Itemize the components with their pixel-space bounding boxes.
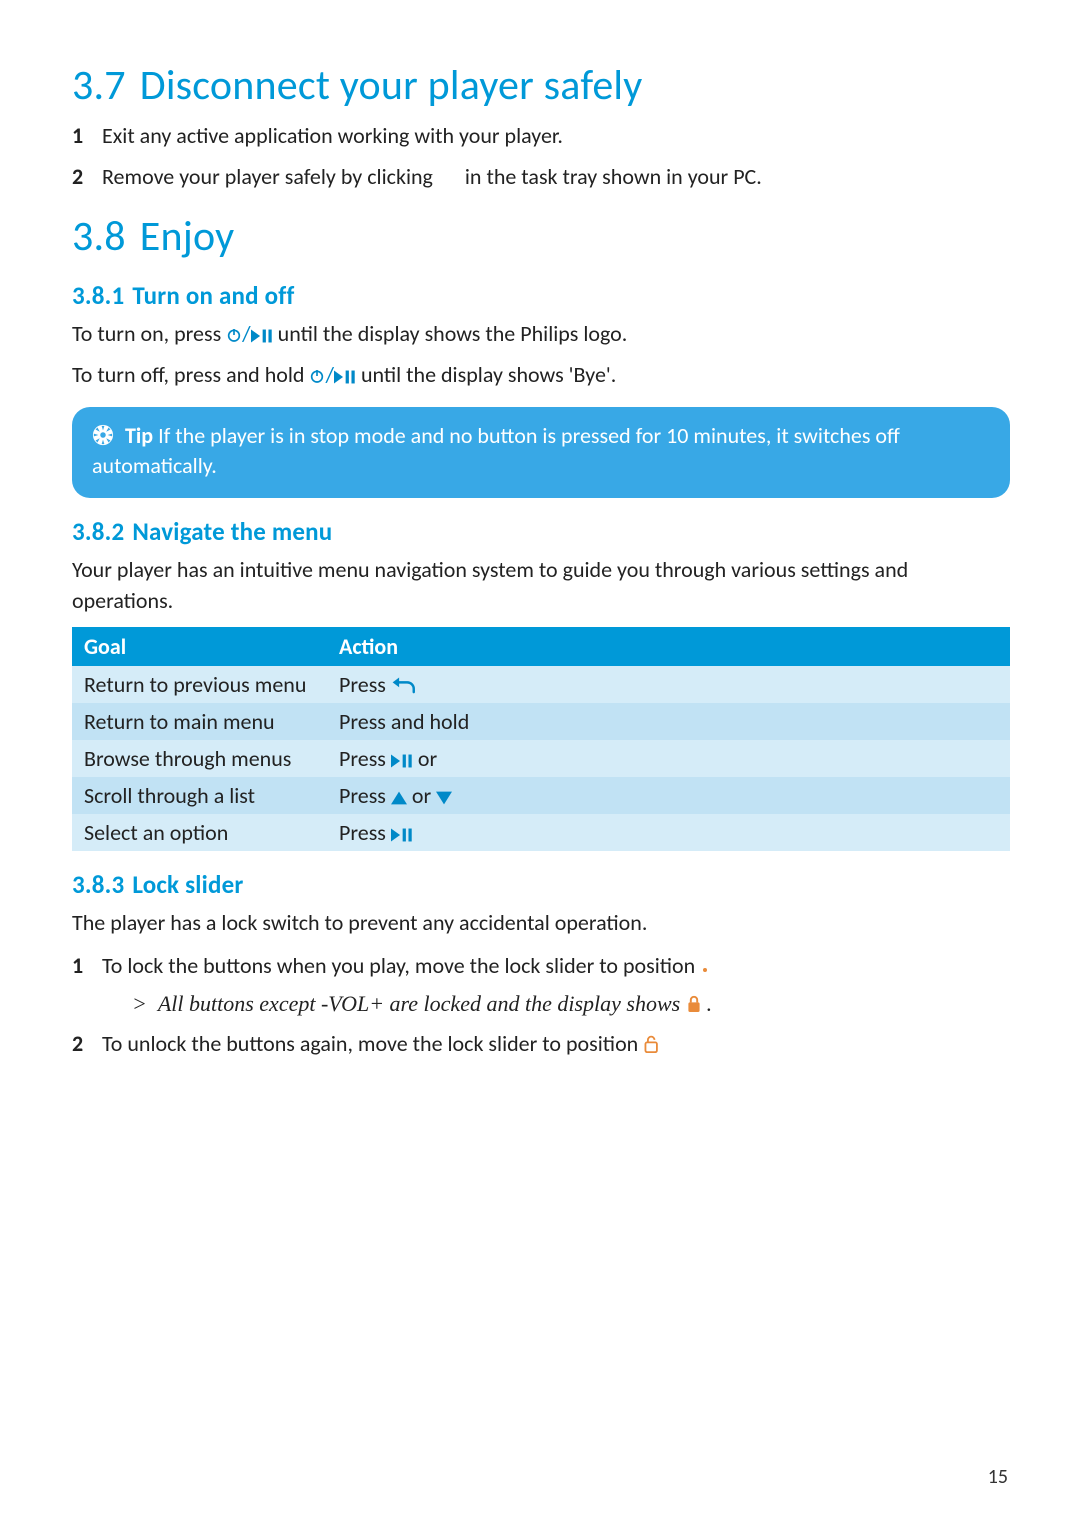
table-row: Scroll through a list Press or	[72, 777, 1010, 814]
step-text: To lock the buttons when you play, move …	[102, 952, 700, 979]
heading-3-8: 3.8 Enjoy	[72, 211, 1010, 262]
step-text-b: in the task tray shown in your PC.	[465, 163, 762, 190]
step-1: To lock the buttons when you play, move …	[72, 949, 1010, 1020]
text: or	[418, 745, 437, 772]
step-1: Exit any active application working with…	[72, 119, 1010, 152]
power-icon	[309, 368, 325, 384]
back-icon	[391, 674, 417, 694]
cell-action: Press	[327, 666, 1010, 703]
turn-on-text: To turn on, press / until the display sh…	[72, 319, 1010, 350]
tip-text: If the player is in stop mode and no but…	[92, 422, 900, 480]
heading-3-8-1: 3.8.1 Turn on and off	[72, 280, 1010, 311]
slash: /	[242, 320, 251, 347]
table-row: Return to main menu Press and hold	[72, 703, 1010, 740]
tip-box: Tip If the player is in stop mode and no…	[72, 407, 1010, 499]
cell-action: Press	[327, 814, 1010, 851]
page-number: 15	[988, 1465, 1008, 1489]
step-2: Remove your player safely by clicking in…	[72, 160, 1010, 193]
navigate-intro: Your player has an intuitive menu naviga…	[72, 555, 1010, 617]
slash: /	[325, 361, 334, 388]
text: Press and hold	[339, 708, 469, 735]
navigation-table: Goal Action Return to previous menu Pres…	[72, 627, 1010, 851]
result-marker: >	[132, 991, 147, 1016]
cell-action: Press and hold	[327, 703, 1010, 740]
cell-goal: Scroll through a list	[72, 777, 327, 814]
table-row: Browse through menus Press or	[72, 740, 1010, 777]
heading-text: Lock slider	[132, 869, 243, 900]
heading-number: 3.8	[72, 211, 126, 262]
step-text: Exit any active application working with…	[102, 122, 563, 149]
heading-text: Navigate the menu	[132, 516, 332, 547]
heading-3-8-3: 3.8.3 Lock slider	[72, 869, 1010, 900]
power-icon	[226, 327, 242, 343]
heading-text: Turn on and off	[132, 280, 294, 311]
lock-intro: The player has a lock switch to prevent …	[72, 908, 1010, 939]
tip-icon	[92, 424, 114, 446]
heading-3-7: 3.7 Disconnect your player safely	[72, 60, 1010, 111]
result-text-a: All buttons except	[158, 991, 321, 1016]
step-text-a: Remove your player safely by clicking	[102, 163, 438, 190]
play-pause-icon	[391, 828, 413, 842]
text: Press	[339, 671, 391, 698]
steps-3-7: Exit any active application working with…	[72, 119, 1010, 193]
result-text-c: .	[707, 991, 713, 1016]
text: until the display shows the Philips logo…	[278, 320, 628, 347]
text: To turn off, press and hold	[72, 361, 309, 388]
heading-text: Enjoy	[140, 211, 235, 262]
cell-goal: Browse through menus	[72, 740, 327, 777]
heading-number: 3.8.2	[72, 516, 124, 547]
text: Press	[339, 819, 391, 846]
play-pause-icon	[391, 754, 413, 768]
heading-text: Disconnect your player safely	[140, 60, 643, 111]
steps-3-8-3: To lock the buttons when you play, move …	[72, 949, 1010, 1061]
heading-number: 3.8.3	[72, 869, 124, 900]
text: Press	[339, 745, 391, 772]
col-goal: Goal	[72, 627, 327, 666]
cell-goal: Select an option	[72, 814, 327, 851]
lock-position-icon	[700, 965, 710, 975]
heading-3-8-2: 3.8.2 Navigate the menu	[72, 516, 1010, 547]
cell-goal: Return to main menu	[72, 703, 327, 740]
lock-closed-icon	[686, 995, 702, 1013]
cell-action: Press or	[327, 740, 1010, 777]
cell-action: Press or	[327, 777, 1010, 814]
heading-number: 3.8.1	[72, 280, 124, 311]
triangle-up-icon	[391, 791, 407, 805]
text: until the display shows 'Bye'.	[361, 361, 616, 388]
text: To turn on, press	[72, 320, 226, 347]
table-row: Select an option Press	[72, 814, 1010, 851]
step-result: > All buttons except -VOL+ are locked an…	[132, 988, 1010, 1020]
result-text-b: are locked and the display shows	[384, 991, 686, 1016]
col-action: Action	[327, 627, 1010, 666]
play-pause-icon	[251, 329, 273, 343]
table-row: Return to previous menu Press	[72, 666, 1010, 703]
step-text: To unlock the buttons again, move the lo…	[102, 1030, 643, 1057]
cell-goal: Return to previous menu	[72, 666, 327, 703]
lock-open-icon	[643, 1035, 661, 1053]
heading-number: 3.7	[72, 60, 126, 111]
vol-label: -VOL+	[321, 991, 384, 1016]
triangle-down-icon	[436, 791, 452, 805]
text: Press	[339, 782, 391, 809]
turn-off-text: To turn off, press and hold / until the …	[72, 360, 1010, 391]
step-2: To unlock the buttons again, move the lo…	[72, 1027, 1010, 1060]
tip-label: Tip	[125, 422, 153, 449]
text: or	[412, 782, 436, 809]
table-header-row: Goal Action	[72, 627, 1010, 666]
play-pause-icon	[334, 370, 356, 384]
